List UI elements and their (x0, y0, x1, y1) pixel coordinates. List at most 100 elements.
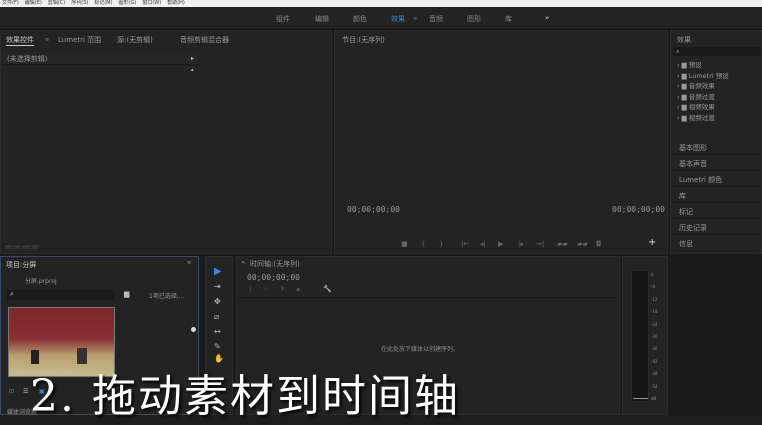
tree-item-video-effects[interactable]: › ▆ 视频效果 (677, 102, 729, 113)
tree-item-lumetri-presets[interactable]: › ▆ Lumetri 预设 (677, 71, 729, 82)
panel-libraries[interactable]: 库 (673, 189, 759, 203)
play-button[interactable]: ▶ (498, 240, 503, 248)
camera-icon[interactable]: ◘ (596, 240, 602, 248)
marker-button[interactable]: ■ (401, 240, 408, 248)
menu-icon[interactable]: ≡ (413, 16, 417, 22)
more-workspaces-button[interactable]: » (545, 14, 549, 22)
search-icon: ⌕ (10, 290, 14, 298)
play-arrow-icon[interactable]: ▸ (191, 55, 194, 62)
meter-label: -24 (651, 321, 658, 327)
workspace-bar: 组件 编辑 颜色 效果 ≡ 音频 图形 库 » (0, 7, 762, 30)
tree-item-audio-effects[interactable]: › ▆ 音频效果 (677, 81, 729, 92)
go-to-in-button[interactable]: |← (461, 240, 469, 248)
lock-icon[interactable]: ⊡ (9, 388, 14, 395)
ripple-edit-tool-icon[interactable]: ✥ (214, 297, 221, 306)
meter-label: -30 (651, 334, 658, 339)
menu-edit[interactable]: 编辑(E) (25, 0, 42, 7)
tree-item-audio-transitions[interactable]: › ▆ 音频过渡 (677, 92, 729, 103)
pen-tool-icon[interactable]: ✎ (214, 342, 221, 351)
mark-out-button[interactable]: } (439, 240, 443, 248)
tab-audio-clip-mixer[interactable]: 音频剪辑混合器 (180, 35, 229, 45)
close-icon[interactable]: × (241, 260, 245, 266)
workspace-color[interactable]: 颜色 (353, 14, 367, 24)
lift-button[interactable]: ▰▰ (557, 240, 568, 248)
meter-label: -6 (651, 284, 655, 290)
tab-source[interactable]: 源:(无剪辑) (117, 35, 153, 45)
timeline-toolbar-icons[interactable]: ⌇∩⁋▪ (249, 286, 312, 293)
workspace-graphics[interactable]: 图形 (467, 14, 481, 24)
meter-label: -36 (651, 346, 658, 352)
tree-label: Lumetri 预设 (688, 71, 729, 80)
slip-tool-icon[interactable]: ↔ (214, 327, 221, 336)
meter-label: -18 (651, 309, 658, 315)
effects-title: 效果 (677, 36, 691, 44)
panel-info[interactable]: 信息 (673, 237, 759, 251)
meter-label: dB (651, 396, 657, 401)
program-title: 节目:(无序列) (342, 36, 385, 44)
tab-lumetri-scopes[interactable]: Lumetri 范围 (58, 35, 101, 45)
menu-sequence[interactable]: 序列(S) (71, 0, 88, 7)
menu-clip[interactable]: 剪辑(C) (48, 0, 65, 7)
audio-meter-panel (622, 256, 668, 415)
meter-bar (631, 270, 649, 402)
no-clip-label: (未选择剪辑) (3, 53, 199, 65)
panel-menu-icon[interactable]: ≡ (45, 37, 49, 43)
project-search-input[interactable]: ⌕ (7, 290, 114, 300)
track-select-tool-icon[interactable]: ⇥ (214, 282, 221, 291)
project-title: 项目:分屏 (6, 261, 37, 269)
tree-label: 音频效果 (688, 82, 715, 90)
new-bin-icon[interactable]: ▆ (124, 290, 129, 298)
meter-label: -42 (651, 358, 658, 364)
effects-search-input[interactable]: ⌕ (673, 47, 761, 56)
mark-in-button[interactable]: { (421, 240, 425, 248)
meter-label: -12 (651, 296, 658, 302)
effect-controls-panel: 效果控件 ≡ Lumetri 范围 源:(无剪辑) 音频剪辑混合器 (未选择剪辑… (0, 30, 332, 254)
timeline-title: 时间轴:(无序列) (250, 260, 300, 268)
meter-label: 0 (651, 272, 654, 277)
tree-label: 视频过渡 (688, 113, 715, 122)
extract-button[interactable]: ▰▰ (577, 240, 588, 248)
tree-label: 视频效果 (688, 103, 715, 111)
panel-markers[interactable]: 标记 (673, 205, 759, 219)
tab-effect-controls[interactable]: 效果控件 (6, 35, 34, 46)
workspace-editing[interactable]: 编辑 (315, 14, 329, 24)
tree-item-video-transitions[interactable]: › ▆ 视频过渡 (677, 113, 729, 124)
menu-window[interactable]: 窗口(W) (142, 0, 161, 7)
wrench-icon[interactable]: 🔧 (323, 285, 332, 293)
menu-file[interactable]: 文件(F) (2, 0, 19, 7)
search-icon: ⌕ (676, 48, 680, 55)
panel-essential-graphics[interactable]: 基本图形 (673, 141, 759, 155)
program-monitor-panel: 节目:(无序列) 00;00;00;00 00;00;00;00 (334, 30, 668, 254)
workspace-audio[interactable]: 音频 (429, 14, 443, 24)
add-button[interactable]: + (648, 237, 656, 248)
workspace-assembly[interactable]: 组件 (276, 14, 290, 24)
menu-marker[interactable]: 标记(M) (94, 0, 112, 7)
subtitle-caption: 2. 拖动素材到时间轴 (30, 371, 460, 422)
zoom-slider-handle[interactable] (191, 327, 196, 332)
selection-tool-icon[interactable]: ▶ (214, 266, 222, 277)
workspace-effects[interactable]: 效果 (391, 14, 405, 24)
selection-count: 1项已选择,... (149, 293, 185, 300)
tree-label: 预设 (688, 61, 702, 69)
tree-item-presets[interactable]: › ▆ 预设 (677, 60, 729, 71)
menu-graphics[interactable]: 图形(G) (119, 0, 137, 7)
panel-essential-sound[interactable]: 基本声音 (673, 157, 759, 171)
panel-lumetri-color[interactable]: Lumetri 颜色 (673, 173, 759, 187)
timeline-empty-message: 在此处放下媒体以创建序列。 (381, 346, 460, 353)
panel-history[interactable]: 历史记录 (673, 221, 759, 235)
menu-bar: 文件(F) 编辑(E) 剪辑(C) 序列(S) 标记(M) 图形(G) 窗口(W… (0, 0, 762, 7)
tree-label: 音频过渡 (688, 92, 715, 101)
step-back-button[interactable]: ◂| (480, 240, 486, 248)
list-view-icon[interactable]: ☰ (23, 388, 28, 395)
workspace-libraries[interactable]: 库 (505, 14, 512, 24)
timeline-timecode[interactable]: 00;00;00;00 (247, 273, 300, 282)
panel-menu-icon[interactable]: ≡ (187, 260, 191, 266)
go-to-out-button[interactable]: →| (536, 240, 544, 248)
program-timecode-left[interactable]: 00;00;00;00 (347, 205, 400, 214)
effects-panel: 效果 ⌕ › ▆ 预设 › ▆ Lumetri 预设 › ▆ 音频效果 › ▆ … (670, 30, 762, 254)
razor-tool-icon[interactable]: ⧄ (214, 312, 219, 322)
meter-label: -54 (651, 383, 658, 389)
step-forward-button[interactable]: |▸ (518, 240, 524, 248)
menu-help[interactable]: 帮助(H) (167, 0, 185, 7)
scroll-up-icon[interactable]: ▴ (191, 67, 194, 73)
